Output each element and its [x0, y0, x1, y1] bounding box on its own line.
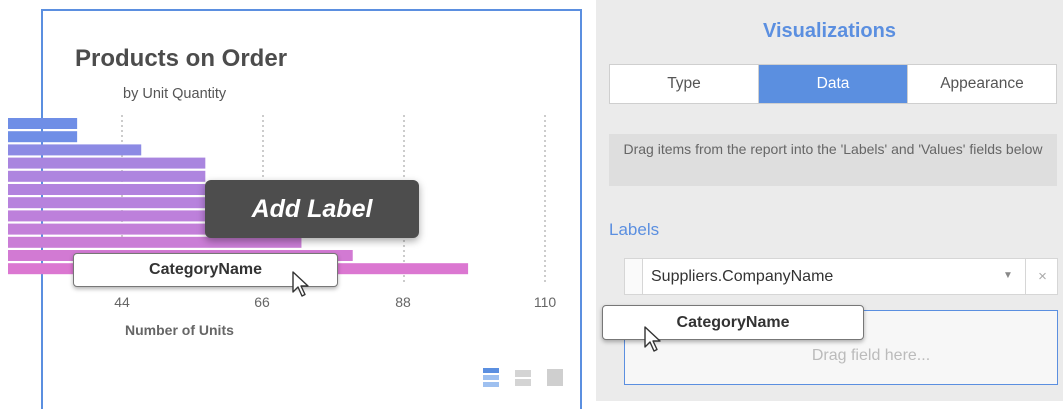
drag-handle[interactable] [625, 259, 643, 294]
drop-placeholder: Drag field here... [811, 347, 931, 364]
x-axis-label: Number of Units [125, 322, 234, 338]
chart-bar[interactable] [8, 144, 142, 156]
chart-bar[interactable] [8, 197, 206, 209]
chart-bar[interactable] [8, 210, 206, 222]
chevron-down-icon[interactable]: ▼ [1003, 270, 1013, 281]
labels-field-value: Suppliers.CompanyName [651, 268, 834, 285]
close-icon[interactable]: × [1025, 259, 1059, 294]
chart-bar[interactable] [8, 157, 206, 169]
chart-bar[interactable] [8, 184, 206, 195]
chart-bar[interactable] [8, 131, 78, 143]
panel-tabs: Type Data Appearance [609, 64, 1057, 104]
x-tick-label: 110 [533, 294, 557, 310]
x-tick-label: 44 [114, 294, 130, 310]
labels-heading: Labels [609, 220, 660, 239]
cursor-icon [292, 271, 309, 297]
labels-field[interactable]: Suppliers.CompanyName ▼ × [624, 258, 1058, 295]
x-tick-label: 66 [254, 294, 270, 310]
chart-bar[interactable] [8, 170, 206, 182]
block-view-icon[interactable] [547, 368, 563, 387]
x-tick-label: 88 [395, 294, 411, 310]
chart-bar[interactable] [8, 118, 78, 129]
help-text: Drag items from the report into the 'Lab… [609, 134, 1057, 186]
list-view-icon[interactable] [515, 368, 531, 387]
grid-view-icon[interactable] [483, 368, 499, 387]
tab-appearance[interactable]: Appearance [907, 65, 1056, 103]
tab-type[interactable]: Type [610, 65, 758, 103]
category-drag-chip[interactable]: CategoryName [602, 305, 864, 340]
panel-title: Visualizations [762, 20, 896, 42]
chart-bar[interactable] [8, 236, 302, 248]
add-label-tooltip: Add Label [205, 180, 419, 238]
cursor-icon [644, 326, 661, 352]
tab-data[interactable]: Data [758, 65, 907, 103]
